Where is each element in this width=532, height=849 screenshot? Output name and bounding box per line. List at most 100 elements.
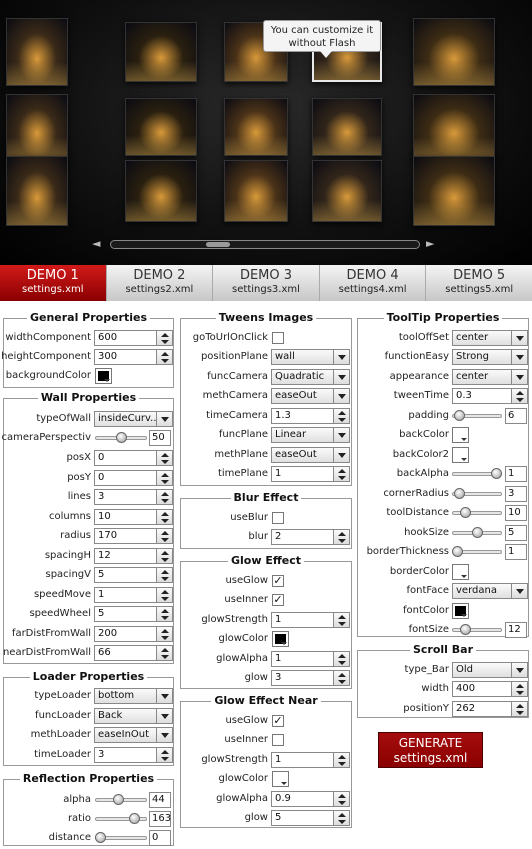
borderColor-swatch[interactable] (452, 564, 469, 580)
scrollbar-width-stepper[interactable] (511, 681, 528, 697)
spacingV-stepper[interactable] (156, 567, 173, 583)
backgroundColor-swatch[interactable] (95, 368, 112, 384)
gallery-image-thumbnail[interactable] (6, 156, 68, 226)
columns-input[interactable]: 10 (94, 509, 157, 525)
ratio-slider[interactable] (95, 811, 147, 827)
backAlpha-slider[interactable] (452, 466, 502, 482)
scroll-right-arrow-icon[interactable]: ► (426, 238, 434, 250)
tab-demo-3[interactable]: DEMO 3 settings3.xml (213, 265, 320, 301)
methLoader-dropdown-arrow-icon[interactable] (156, 727, 173, 743)
glow-input[interactable]: 3 (271, 670, 334, 686)
padding-slider[interactable] (452, 408, 502, 424)
useGlow-checkbox[interactable]: ✓ (272, 575, 284, 587)
glowAlpha-stepper[interactable] (333, 651, 350, 667)
radius-input[interactable]: 170 (94, 528, 157, 544)
cameraPerspective-value[interactable]: 50 (149, 430, 171, 446)
backColor-swatch[interactable] (452, 427, 469, 443)
glowStrength-stepper[interactable] (333, 612, 350, 628)
borderThickness-slider[interactable] (452, 544, 502, 560)
functionEasy-dropdown-arrow-icon[interactable] (511, 349, 528, 365)
timeCamera-input[interactable]: 1.3 (271, 408, 334, 424)
blur-stepper[interactable] (333, 529, 350, 545)
funcLoader-dropdown-arrow-icon[interactable] (156, 708, 173, 724)
positionPlane-select[interactable]: wall (271, 349, 334, 365)
scroll-left-arrow-icon[interactable]: ◄ (92, 238, 100, 250)
typeLoader-select[interactable]: bottom (94, 688, 157, 704)
blur-input[interactable]: 2 (271, 529, 334, 545)
typeOfWall-select[interactable]: insideCurv.. (94, 411, 157, 427)
near-useInner-checkbox[interactable] (272, 734, 284, 746)
tab-demo-1[interactable]: DEMO 1 settings.xml (0, 265, 107, 301)
scrollbar-width-input[interactable]: 400 (452, 681, 512, 697)
image-wall-preview[interactable]: You can customize it without Flash ◄ ► (0, 0, 532, 265)
lines-input[interactable]: 3 (94, 489, 157, 505)
alpha-value[interactable]: 44 (149, 792, 171, 808)
timePlane-input[interactable]: 1 (271, 466, 334, 482)
functionEasy-select[interactable]: Strong (452, 349, 512, 365)
nearDistFromWall-stepper[interactable] (156, 645, 173, 661)
posY-input[interactable]: 0 (94, 470, 157, 486)
posY-stepper[interactable] (156, 470, 173, 486)
cornerRadius-slider[interactable] (452, 486, 502, 502)
gallery-image-thumbnail[interactable] (224, 98, 288, 156)
gallery-image-thumbnail[interactable] (125, 98, 197, 156)
positionPlane-dropdown-arrow-icon[interactable] (333, 349, 350, 365)
gallery-image-thumbnail[interactable] (224, 160, 288, 222)
heightComponent-input[interactable]: 300 (94, 349, 157, 365)
gallery-image-thumbnail[interactable] (6, 94, 68, 160)
hookSize-slider[interactable] (452, 525, 502, 541)
gallery-image-thumbnail[interactable] (312, 160, 382, 222)
tweenTime-stepper[interactable] (511, 388, 528, 404)
fontFace-select[interactable]: verdana (452, 583, 512, 599)
heightComponent-stepper[interactable] (156, 349, 173, 365)
toolDistance-value[interactable]: 10 (505, 505, 527, 521)
toolOffSet-dropdown-arrow-icon[interactable] (511, 330, 528, 346)
positionY-stepper[interactable] (511, 701, 528, 717)
toolOffSet-select[interactable]: center (452, 330, 512, 346)
lines-stepper[interactable] (156, 489, 173, 505)
padding-value[interactable]: 6 (505, 408, 527, 424)
tab-demo-4[interactable]: DEMO 4 settings4.xml (319, 265, 427, 301)
speedWheel-stepper[interactable] (156, 606, 173, 622)
appearance-dropdown-arrow-icon[interactable] (511, 369, 528, 385)
tab-demo-5[interactable]: DEMO 5 settings5.xml (426, 265, 532, 301)
funcPlane-dropdown-arrow-icon[interactable] (333, 427, 350, 443)
near-glowAlpha-input[interactable]: 0.9 (271, 791, 334, 807)
spacingH-stepper[interactable] (156, 548, 173, 564)
borderThickness-value[interactable]: 1 (505, 544, 527, 560)
distance-value[interactable]: 0 (149, 830, 171, 846)
speedWheel-input[interactable]: 5 (94, 606, 157, 622)
posX-input[interactable]: 0 (94, 450, 157, 466)
methPlane-select[interactable]: easeOut (271, 447, 334, 463)
methLoader-select[interactable]: easeInOut (94, 727, 157, 743)
funcPlane-select[interactable]: Linear (271, 427, 334, 443)
funcCamera-select[interactable]: Quadratic (271, 369, 334, 385)
near-useGlow-checkbox[interactable]: ✓ (272, 715, 284, 727)
backColor2-swatch[interactable] (452, 447, 469, 463)
type_Bar-select[interactable]: Old (452, 662, 512, 678)
scroll-thumb[interactable] (206, 242, 230, 247)
goToUrlOnClick-checkbox[interactable] (272, 332, 284, 344)
backAlpha-value[interactable]: 1 (505, 466, 527, 482)
near-glowStrength-input[interactable]: 1 (271, 752, 334, 768)
gallery-image-thumbnail[interactable] (413, 94, 495, 160)
gallery-image-thumbnail[interactable] (312, 98, 382, 156)
glow-stepper[interactable] (333, 670, 350, 686)
nearDistFromWall-input[interactable]: 66 (94, 645, 157, 661)
near-glowStrength-stepper[interactable] (333, 752, 350, 768)
gallery-image-thumbnail[interactable] (413, 156, 495, 226)
farDistFromWall-stepper[interactable] (156, 626, 173, 642)
near-glowAlpha-stepper[interactable] (333, 791, 350, 807)
alpha-slider[interactable] (95, 792, 147, 808)
posX-stepper[interactable] (156, 450, 173, 466)
widthComponent-input[interactable]: 600 (94, 330, 157, 346)
glowColor-swatch[interactable] (272, 631, 289, 647)
timePlane-stepper[interactable] (333, 466, 350, 482)
gallery-image-thumbnail[interactable] (125, 22, 197, 82)
funcCamera-dropdown-arrow-icon[interactable] (333, 369, 350, 385)
methCamera-select[interactable]: easeOut (271, 388, 334, 404)
timeLoader-stepper[interactable] (156, 747, 173, 763)
timeLoader-input[interactable]: 3 (94, 747, 157, 763)
near-glow-input[interactable]: 5 (271, 810, 334, 826)
tweenTime-input[interactable]: 0.3 (452, 388, 512, 404)
